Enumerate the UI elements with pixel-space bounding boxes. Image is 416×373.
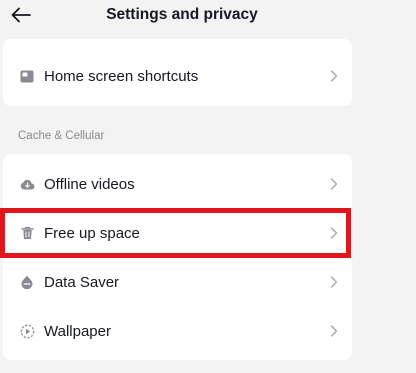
chevron-right-icon [329, 69, 339, 83]
section-label-cache-cellular: Cache & Cellular [18, 130, 105, 142]
settings-item-home-screen-shortcuts[interactable]: Home screen shortcuts [3, 52, 352, 100]
settings-item-label: Home screen shortcuts [44, 67, 199, 85]
settings-item-offline-videos[interactable]: Offline videos [3, 160, 352, 208]
home-shortcut-icon [19, 68, 35, 84]
shortcuts-card: Home screen shortcuts [3, 39, 352, 106]
chevron-right-icon [329, 324, 339, 338]
cache-cellular-card: Offline videos Free up space Data Saver [3, 154, 352, 360]
header: Settings and privacy [0, 0, 416, 34]
settings-item-data-saver[interactable]: Data Saver [3, 258, 352, 306]
settings-item-label: Offline videos [44, 175, 135, 193]
settings-item-free-up-space[interactable]: Free up space [3, 209, 352, 257]
trash-icon [19, 225, 35, 241]
page-title: Settings and privacy [106, 6, 258, 23]
wallpaper-icon [19, 323, 35, 339]
chevron-right-icon [329, 226, 339, 240]
chevron-right-icon [329, 177, 339, 191]
settings-item-label: Free up space [44, 224, 140, 242]
settings-item-label: Data Saver [44, 273, 120, 291]
settings-item-label: Wallpaper [44, 322, 111, 340]
data-saver-icon [19, 274, 35, 290]
cloud-download-icon [19, 176, 35, 192]
chevron-right-icon [329, 275, 339, 289]
settings-item-wallpaper[interactable]: Wallpaper [3, 307, 352, 355]
